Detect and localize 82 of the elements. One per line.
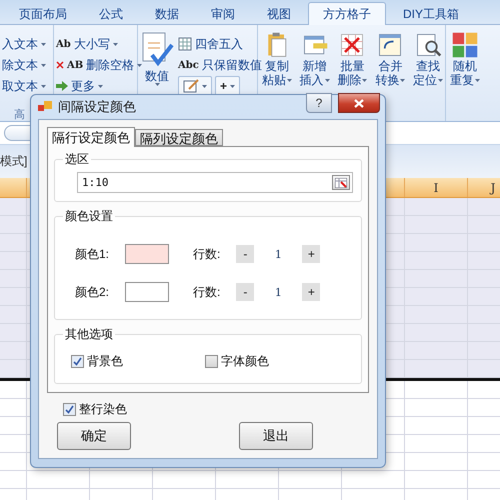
- ribbon-large-button[interactable]: 随机 重复: [448, 31, 482, 111]
- window-title: 模式]: [0, 153, 28, 170]
- ribbon-button[interactable]: Abc 只保留数值: [178, 56, 262, 74]
- ribbon-menu-button[interactable]: 入文本: [2, 35, 46, 53]
- grid-icon: [178, 37, 192, 51]
- ribbon-tab[interactable]: DIY工具箱: [388, 2, 474, 25]
- ribbon-tab[interactable]: 公式: [84, 2, 138, 25]
- caret-icon: [400, 78, 406, 82]
- caret-icon: [41, 84, 46, 88]
- column-header[interactable]: J: [490, 180, 496, 194]
- decrement-button[interactable]: -: [236, 245, 254, 263]
- caret-icon: [475, 78, 480, 82]
- caret-icon: [438, 78, 444, 82]
- app-icon: [38, 101, 52, 113]
- caret-icon: [324, 78, 330, 82]
- ribbon-large-button[interactable]: 批量 删除: [336, 31, 370, 111]
- help-button[interactable]: ?: [306, 93, 332, 113]
- color-swatch[interactable]: [125, 282, 170, 302]
- range-select-icon: [335, 178, 347, 188]
- checkbox-label: 背景色: [87, 352, 123, 370]
- range-picker-button[interactable]: [332, 175, 350, 190]
- increment-button[interactable]: +: [302, 245, 320, 263]
- find-icon: [414, 31, 442, 59]
- arrow-icon: [56, 81, 68, 91]
- ribbon-menu-button[interactable]: Ab 大小写: [56, 35, 142, 53]
- column-header[interactable]: I: [434, 180, 438, 194]
- ribbon-large-button[interactable]: 查找 定位: [411, 31, 445, 111]
- dialog-title: 间隔设定颜色: [58, 98, 137, 116]
- close-icon: [354, 98, 364, 108]
- ribbon-tab[interactable]: 视图: [252, 2, 306, 25]
- ribbon-menu-button[interactable]: AB 删除空格: [56, 56, 142, 74]
- caret-icon: [286, 78, 292, 82]
- caret-icon: [137, 64, 142, 66]
- ribbon-tab[interactable]: 页面布局: [4, 2, 82, 25]
- group-label: 高: [13, 108, 26, 121]
- caret-icon: [98, 84, 103, 88]
- add-button[interactable]: +: [215, 76, 240, 96]
- color-label: 颜色1:: [75, 246, 110, 262]
- caret-icon: [154, 83, 160, 86]
- text-case-icon: AB: [67, 60, 84, 70]
- row-count-label: 行数:: [193, 246, 220, 262]
- caret-icon: [202, 84, 207, 88]
- checkbox-label: 整行染色: [79, 401, 127, 418]
- range-field[interactable]: 1:10: [77, 172, 353, 193]
- ribbon-tab[interactable]: 数据: [140, 2, 194, 25]
- close-button[interactable]: [338, 93, 380, 113]
- decrement-button[interactable]: -: [236, 283, 254, 301]
- ribbon-large-button[interactable]: 合并 转换: [373, 31, 408, 111]
- ribbon-button[interactable]: 四舍五入: [178, 35, 262, 53]
- color-label: 颜色2:: [75, 284, 110, 300]
- group-title: 其他选项: [64, 326, 114, 343]
- group-title: 选区: [64, 151, 90, 168]
- caret-icon: [112, 42, 118, 46]
- document-check-icon: [140, 31, 174, 69]
- edit-table-button[interactable]: [178, 76, 212, 96]
- dialog-button[interactable]: 确定: [57, 422, 131, 450]
- caret-icon: [41, 42, 46, 46]
- caret-icon: [230, 84, 236, 88]
- checkbox[interactable]: [71, 354, 84, 368]
- caret-icon: [41, 64, 46, 66]
- ribbon-menu-button[interactable]: 更多: [56, 77, 142, 95]
- color-tiles-icon: [451, 31, 479, 59]
- ribbon-large-button[interactable]: 数值: [140, 31, 174, 111]
- group-title: 颜色设置: [64, 208, 114, 225]
- row-count-label: 行数:: [193, 284, 220, 300]
- color-swatch[interactable]: [125, 244, 170, 264]
- ribbon-tab[interactable]: 审阅: [196, 2, 250, 25]
- text-case-icon: Ab: [56, 38, 71, 50]
- checkbox[interactable]: [205, 354, 218, 368]
- text-case-icon: Abc: [178, 60, 199, 70]
- ribbon-menu-button[interactable]: 取文本: [2, 77, 46, 95]
- dialog-button[interactable]: 退出: [239, 422, 313, 450]
- ribbon-menu-button[interactable]: 除文本: [2, 56, 46, 74]
- delete-icon: [56, 61, 64, 69]
- dialog-tab[interactable]: 隔行设定颜色: [47, 127, 135, 147]
- edit-table-icon: [183, 79, 199, 93]
- checkbox[interactable]: [63, 403, 76, 416]
- checkbox-label: 字体颜色: [221, 352, 269, 370]
- ribbon-tab[interactable]: 方方格子: [308, 2, 386, 25]
- increment-button[interactable]: +: [302, 283, 320, 301]
- caret-icon: [362, 78, 368, 82]
- dialog-tab[interactable]: 隔列设定颜色: [135, 129, 223, 146]
